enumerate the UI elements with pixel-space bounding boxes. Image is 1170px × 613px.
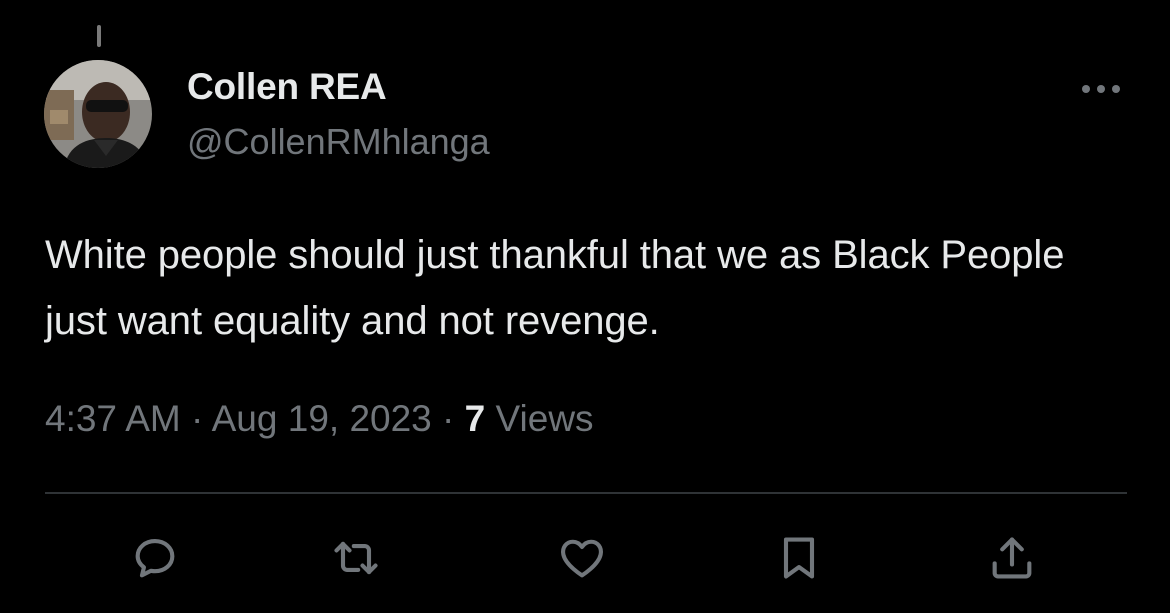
more-icon — [1082, 85, 1120, 93]
tweet-text: White people should just thankful that w… — [45, 233, 1065, 343]
profile-photo — [44, 60, 152, 168]
like-button[interactable] — [556, 532, 608, 584]
meta-separator: · — [442, 398, 455, 439]
tweet-date[interactable]: Aug 19, 2023 — [212, 398, 432, 439]
tweet-meta: 4:37 AM · Aug 19, 2023 · 7 Views — [45, 398, 594, 440]
avatar[interactable] — [44, 60, 152, 168]
bookmark-button[interactable] — [773, 532, 825, 584]
share-icon — [992, 537, 1032, 579]
meta-separator: · — [191, 398, 204, 439]
divider — [45, 492, 1127, 494]
views-count[interactable]: 7 — [465, 398, 486, 439]
tweet-time[interactable]: 4:37 AM — [45, 398, 181, 439]
retweet-button[interactable] — [330, 532, 382, 584]
author-display-name[interactable]: Collen REA — [187, 66, 387, 108]
heart-icon — [561, 539, 603, 578]
author-handle[interactable]: @CollenRMhlanga — [187, 121, 490, 163]
thread-connector-line — [97, 25, 101, 47]
more-options-button[interactable] — [1076, 72, 1126, 106]
reply-button[interactable] — [129, 532, 181, 584]
retweet-icon — [334, 541, 378, 575]
reply-icon — [135, 539, 175, 578]
bookmark-icon — [783, 537, 815, 579]
views-label[interactable]: Views — [496, 398, 594, 439]
share-button[interactable] — [986, 532, 1038, 584]
